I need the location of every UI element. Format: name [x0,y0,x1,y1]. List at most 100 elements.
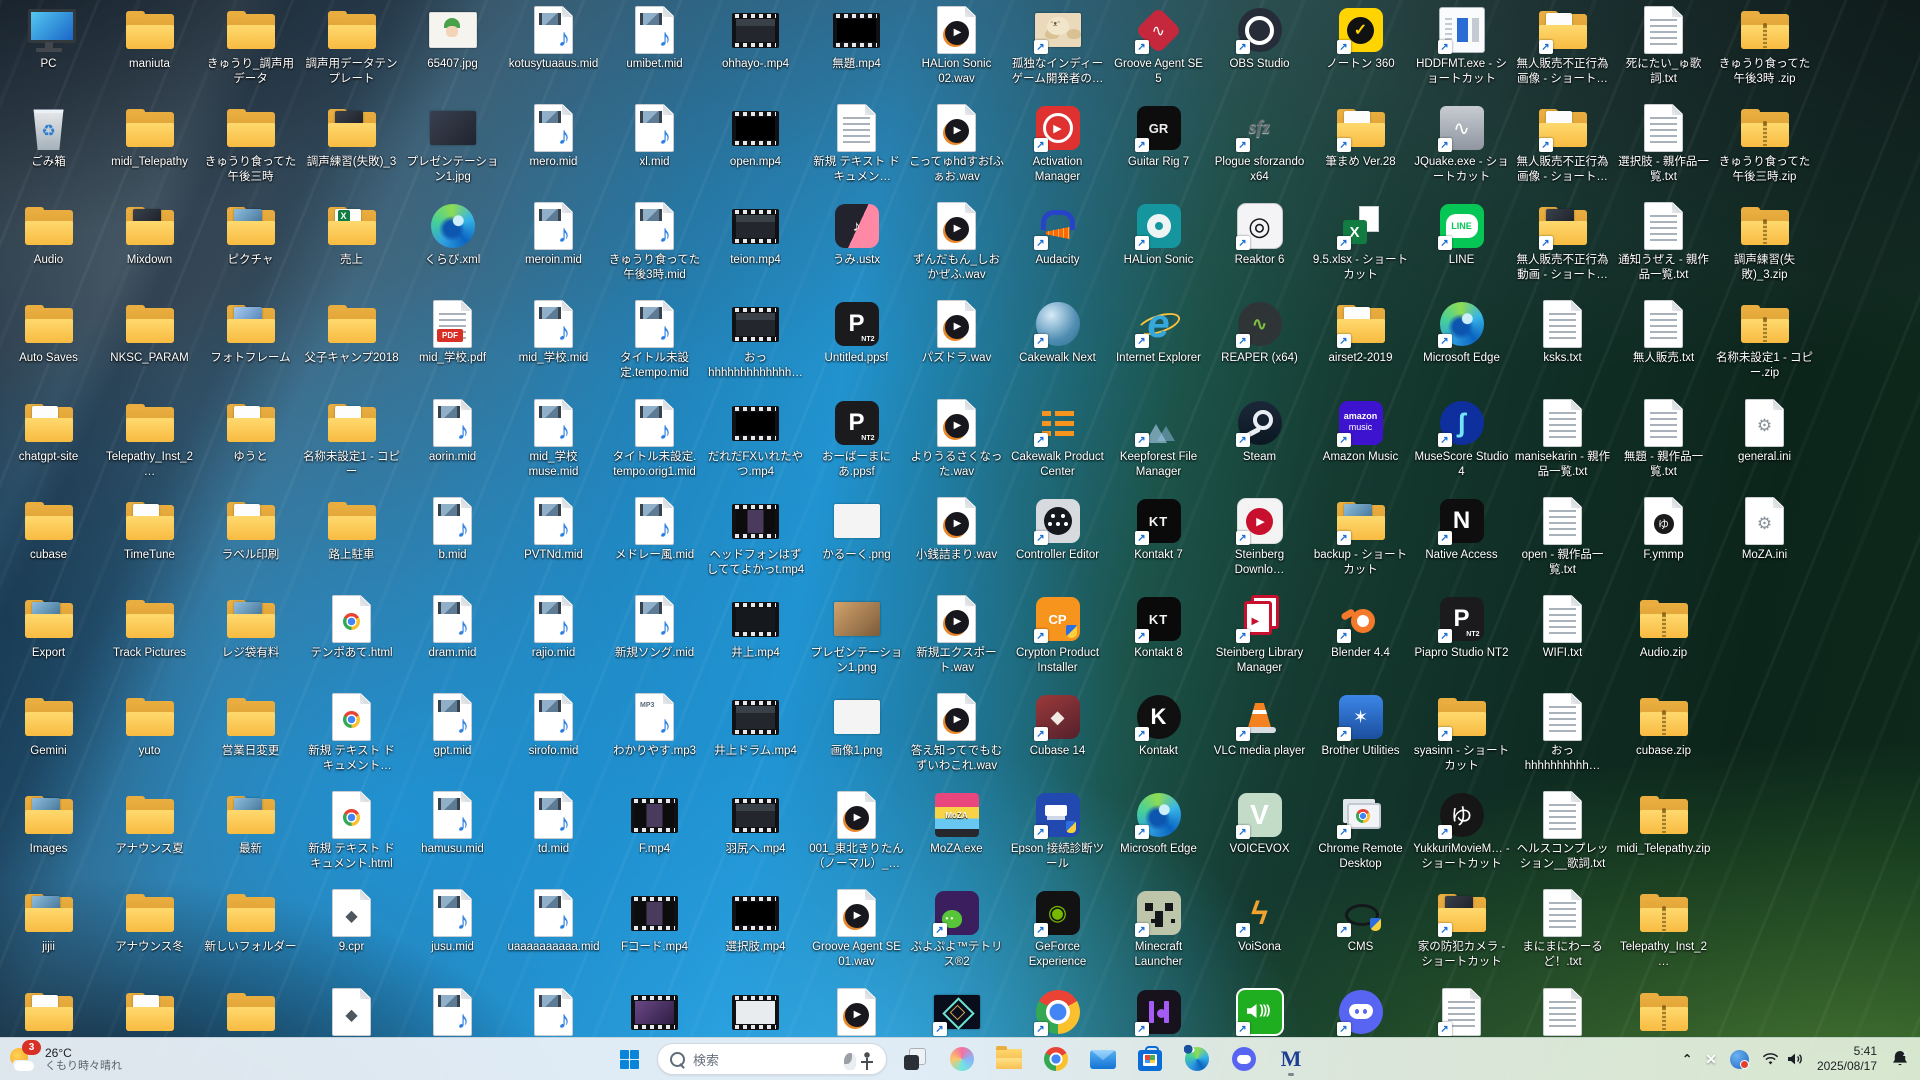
desktop-icon[interactable] [0,988,99,1039]
desktop-icon[interactable]: 新規 テキスト ドキュメント (2).html [301,693,402,773]
desktop-icon[interactable]: ∿↗Groove Agent SE 5 [1108,6,1209,86]
desktop-icon[interactable]: ♪メドレー風.mid [604,497,705,563]
desktop-icon[interactable]: ♪mero.mid [503,104,604,170]
desktop-icon[interactable]: sfz↗Plogue sforzando x64 [1209,104,1310,184]
desktop-icon[interactable]: cubase.zip [1613,693,1714,759]
desktop-icon[interactable]: ↗Microsoft Edge [1411,300,1512,366]
desktop-icon[interactable]: ϟ↗VoiSona [1209,889,1310,955]
desktop-icon[interactable]: ↗Audacity [1007,202,1108,268]
desktop-icon[interactable]: Telepathy_Inst_2… [99,399,200,479]
desktop-icon[interactable]: ohhayo-.mp4 [705,6,806,72]
store-button[interactable] [1131,1040,1169,1078]
desktop-icon[interactable]: ▶Groove Agent SE 01.wav [806,889,907,969]
desktop-icon[interactable]: プレゼンテーション1.jpg [402,104,503,184]
desktop-icon[interactable] [705,988,806,1039]
desktop-icon[interactable]: ♪b.mid [402,497,503,563]
desktop-icon[interactable]: だれだFXいれたやつ.mp4 [705,399,806,479]
desktop-icon[interactable]: MP3♪わかりやす.mp3 [604,693,705,759]
desktop-icon[interactable]: ↗LINE [1411,202,1512,268]
desktop-icon[interactable]: ↗HALion Sonic [1108,202,1209,268]
desktop-icon[interactable]: PDFmid_学校.pdf [402,300,503,366]
desktop-icon[interactable]: ↗ [1108,988,1209,1039]
desktop-icon[interactable]: KT↗Kontakt 7 [1108,497,1209,563]
desktop-icon[interactable]: ♻ごみ箱 [0,104,99,170]
desktop-icon[interactable]: 新規 テキスト ドキュメント.musicxml [806,104,907,184]
desktop-icon[interactable]: 名称未設定1 - コピー [301,399,402,479]
desktop-icon[interactable]: ▶答え知ってでもむずいわこれ.wav [906,693,1007,773]
desktop-icon[interactable]: 新しいフォルダー [200,889,301,955]
file-explorer-button[interactable] [990,1040,1028,1078]
desktop-icon[interactable]: ✶↗Brother Utilities [1310,693,1411,759]
desktop-icon[interactable]: ヘルスコンプレッション__歌詞.txt [1512,791,1613,871]
desktop-icon[interactable]: Telepathy_Inst_2… [1613,889,1714,969]
desktop-icon[interactable]: ksks.txt [1512,300,1613,366]
desktop-icon[interactable]: 選択肢 - 親作品一覧.txt [1613,104,1714,184]
desktop-icon[interactable]: ♪mid_学校.mid [503,300,604,366]
desktop-icon[interactable]: ♪hamusu.mid [402,791,503,857]
desktop-icon[interactable]: ▶新規エクスポート.wav [906,595,1007,675]
desktop-icon[interactable]: 無人販売.txt [1613,300,1714,366]
desktop-icon[interactable]: ⚙MoZA.ini [1714,497,1815,563]
desktop-icon[interactable]: ↗ノートン 360 [1310,6,1411,72]
desktop-icon[interactable]: ↗ [906,988,1007,1039]
desktop-icon[interactable]: 無題 - 親作品一覧.txt [1613,399,1714,479]
desktop-icon[interactable]: ↗OBS Studio [1209,6,1310,72]
desktop-icon[interactable]: 羽尻へ.mp4 [705,791,806,857]
tray-chevron-icon[interactable]: ⌃ [1682,1052,1692,1066]
desktop-icon[interactable]: ゆ↗YukkuriMovieM… - ショートカット [1411,791,1512,871]
notification-bell-button[interactable]: z [1890,1049,1910,1069]
task-view-button[interactable] [896,1040,934,1078]
desktop-icon[interactable]: Audio [0,202,99,268]
desktop-icon[interactable]: ∿↗JQuake.exe - ショートカット [1411,104,1512,184]
desktop-icon[interactable]: まにまにわーるど！.txt [1512,889,1613,969]
copilot-button[interactable] [943,1040,981,1078]
discord-button[interactable] [1225,1040,1263,1078]
desktop-icon[interactable]: ↗ [1209,988,1310,1039]
desktop-icon[interactable]: ♪ [402,988,503,1039]
desktop-icon[interactable] [99,988,200,1039]
desktop-icon[interactable]: アナウンス夏 [99,791,200,857]
desktop-icon[interactable]: teion.mp4 [705,202,806,268]
desktop-icon[interactable]: ↗Minecraft Launcher [1108,889,1209,969]
desktop-icon[interactable]: ↗Keepforest File Manager [1108,399,1209,479]
desktop-icon[interactable]: GR↗Guitar Rig 7 [1108,104,1209,170]
desktop-icon[interactable]: 選択肢.mp4 [705,889,806,955]
desktop-icon[interactable]: かるーく.png [806,497,907,563]
desktop-icon[interactable]: きゅうり_調声用データ [200,6,301,86]
m-app-button[interactable]: M [1272,1040,1310,1078]
desktop-icon[interactable]: e↗Internet Explorer [1108,300,1209,366]
clock[interactable]: 5:41 2025/08/17 [1817,1044,1877,1074]
desktop-icon[interactable]: ♪meroin.mid [503,202,604,268]
desktop-icon[interactable]: ♪新規ソング.mid [604,595,705,661]
desktop-icon[interactable]: ▶HALion Sonic 02.wav [906,6,1007,86]
desktop-icon[interactable]: ♪uaaaaaaaaaa.mid [503,889,604,955]
desktop-icon[interactable]: ↗ [1411,988,1512,1039]
desktop-icon[interactable]: ゆうと [200,399,301,465]
desktop-icon[interactable]: N↗Native Access [1411,497,1512,563]
desktop-icon[interactable]: ♪dram.mid [402,595,503,661]
desktop-icon[interactable]: Audio.zip [1613,595,1714,661]
desktop-icon[interactable]: 通知うぜえ - 親作品一覧.txt [1613,202,1714,282]
desktop-icon[interactable]: ↗CMS [1310,889,1411,955]
desktop-icon[interactable]: ↗ [1007,988,1108,1039]
desktop-icon[interactable]: 最新 [200,791,301,857]
desktop-icon[interactable]: ♪umibet.mid [604,6,705,72]
desktop-icon[interactable]: ↗家の防犯カメラ - ショートカット [1411,889,1512,969]
desktop-icon[interactable]: ♪xl.mid [604,104,705,170]
desktop-icon[interactable]: おっhhhhhhhhhh… [1512,693,1613,773]
desktop-icon[interactable]: ♪aorin.mid [402,399,503,465]
weather-widget[interactable]: 3 26°C くもり時々晴れ [8,1044,122,1074]
desktop-icon[interactable]: 無題.mp4 [806,6,907,72]
desktop-icon[interactable]: K↗Kontakt [1108,693,1209,759]
desktop-icon[interactable]: きゅうり食ってた午後三時.zip [1714,104,1815,184]
desktop-icon[interactable]: 井上ドラム.mp4 [705,693,806,759]
desktop-icon[interactable]: ↗無人販売不正行為画像 - ショートカット [1512,104,1613,184]
desktop-icon[interactable]: TimeTune [99,497,200,563]
desktop-icon[interactable]: ♪mid_学校 muse.mid [503,399,604,479]
desktop-icon[interactable]: midi_Telepathy.zip [1613,791,1714,857]
desktop-icon[interactable]: ↗Amazon Music [1310,399,1411,465]
desktop-icon[interactable]: おっhhhhhhhhhhhhh… [705,300,806,380]
desktop-icon[interactable]: ↗Microsoft Edge [1108,791,1209,857]
desktop-icon[interactable]: Pおーばーまにあ.ppsf [806,399,907,479]
desktop-icon[interactable]: ↗Blender 4.4 [1310,595,1411,661]
